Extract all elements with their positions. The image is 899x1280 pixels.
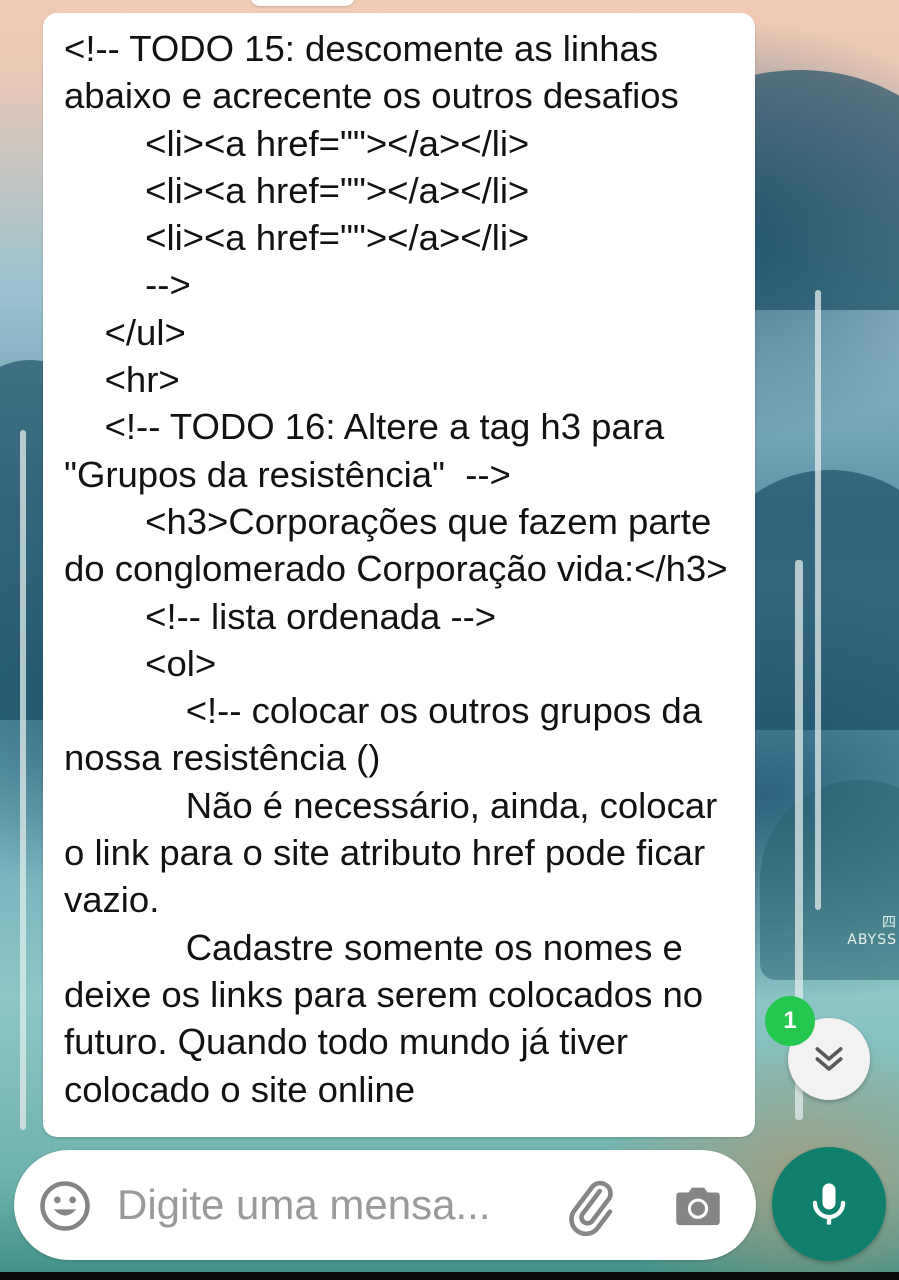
message-text: <!-- TODO 15: descomente as linhas abaix… bbox=[64, 28, 728, 1110]
attach-button[interactable] bbox=[562, 1178, 620, 1237]
microphone-icon bbox=[812, 1183, 846, 1225]
navigation-bar-edge bbox=[0, 1272, 899, 1280]
double-chevron-down-icon bbox=[815, 1047, 843, 1071]
emoji-button[interactable] bbox=[38, 1179, 92, 1233]
message-composer bbox=[14, 1150, 756, 1260]
voice-message-button[interactable] bbox=[772, 1147, 886, 1261]
unread-count-badge: 1 bbox=[765, 996, 815, 1046]
camera-button[interactable] bbox=[669, 1178, 727, 1236]
message-input[interactable] bbox=[117, 1175, 537, 1235]
camera-icon bbox=[676, 1187, 720, 1226]
paperclip-icon bbox=[569, 1180, 613, 1237]
message-bubble[interactable]: <!-- TODO 15: descomente as linhas abaix… bbox=[43, 13, 755, 1137]
wallpaper-sign-text: 四 ABYSS bbox=[847, 915, 897, 948]
previous-message-bubble[interactable] bbox=[250, 0, 355, 6]
emoji-icon bbox=[40, 1181, 90, 1231]
